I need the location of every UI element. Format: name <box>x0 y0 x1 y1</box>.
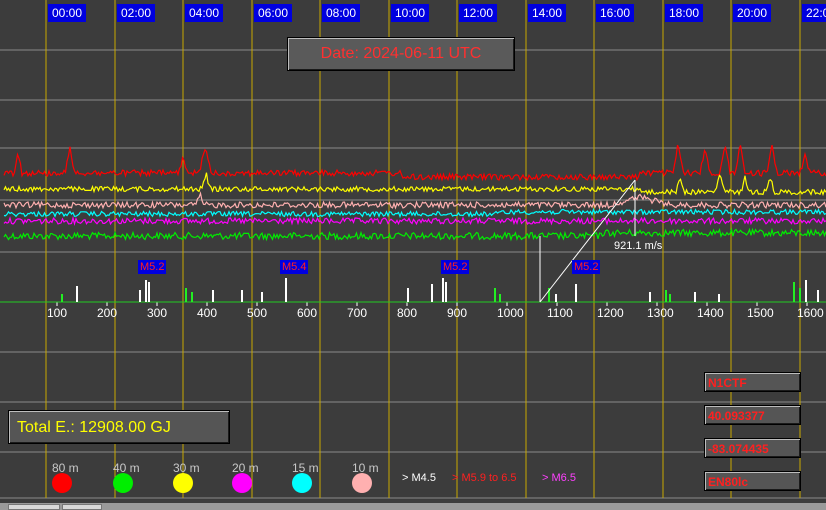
x-tick-label: 1200 <box>597 306 624 320</box>
time-label: 00:00 <box>48 4 87 22</box>
trace-80m <box>3 144 826 182</box>
trace-10m <box>3 191 826 210</box>
trace-15m <box>3 207 826 219</box>
earthquake-label: M5.4 <box>280 260 309 274</box>
bottom-scroll-strip <box>0 503 826 510</box>
x-tick-label: 300 <box>147 306 168 320</box>
x-tick-label: 1600 <box>797 306 824 320</box>
magnitude-legend-label: > M4.5 <box>402 472 436 484</box>
time-label: 18:00 <box>665 4 704 22</box>
grid-square-field: EN80lc <box>704 471 801 491</box>
time-label: 10:00 <box>391 4 430 22</box>
legend-color-dot <box>352 473 372 493</box>
legend-color-dot <box>52 473 72 493</box>
magnitude-legend-label: > M5.9 to 6.5 <box>452 472 517 484</box>
earthquake-label: M5.2 <box>441 260 470 274</box>
earthquake-label: M5.2 <box>572 260 601 274</box>
earthquake-label: M5.2 <box>138 260 167 274</box>
magnitude-legend-label: > M6.5 <box>542 472 576 484</box>
time-label: 14:00 <box>528 4 567 22</box>
x-tick-label: 100 <box>47 306 68 320</box>
time-label: 16:00 <box>596 4 635 22</box>
x-tick-label: 200 <box>97 306 118 320</box>
x-tick-label: 1000 <box>497 306 524 320</box>
plot-canvas: Date: 2024-06-11 UTC 00:00 02:00 04:00 06:0… <box>0 0 826 510</box>
date-box: Date: 2024-06-11 UTC <box>287 37 515 71</box>
trace-40m <box>3 227 826 242</box>
bottom-tab-2[interactable] <box>62 504 102 510</box>
callsign-field: N1CTF <box>704 372 801 392</box>
time-label: 20:00 <box>733 4 772 22</box>
trace-20m <box>3 215 826 227</box>
legend-color-dot <box>292 473 312 493</box>
x-tick-label: 500 <box>247 306 268 320</box>
time-label: 08:00 <box>322 4 361 22</box>
x-tick-label: 900 <box>447 306 468 320</box>
x-tick-label: 800 <box>397 306 418 320</box>
x-tick-label: 700 <box>347 306 368 320</box>
x-tick-label: 600 <box>297 306 318 320</box>
time-label: 04:00 <box>185 4 224 22</box>
x-tick-label: 1400 <box>697 306 724 320</box>
time-label: 12:00 <box>459 4 498 22</box>
legend-color-dot <box>173 473 193 493</box>
time-label: 02:00 <box>117 4 156 22</box>
speed-label: 921.1 m/s <box>614 240 663 252</box>
total-energy-box: Total E.: 12908.00 GJ <box>8 410 230 444</box>
x-tick-label: 1500 <box>747 306 774 320</box>
latitude-field: 40.093377 <box>704 405 801 425</box>
time-label: 22:0 <box>802 4 826 22</box>
legend-color-dot <box>113 473 133 493</box>
time-label: 06:00 <box>254 4 293 22</box>
legend-color-dot <box>232 473 252 493</box>
longitude-field: -83.074435 <box>704 438 801 458</box>
trace-30m <box>3 172 826 197</box>
x-tick-label: 1100 <box>547 306 573 320</box>
bottom-tab-1[interactable] <box>8 504 60 510</box>
x-tick-label: 1300 <box>647 306 674 320</box>
x-tick-label: 400 <box>197 306 218 320</box>
